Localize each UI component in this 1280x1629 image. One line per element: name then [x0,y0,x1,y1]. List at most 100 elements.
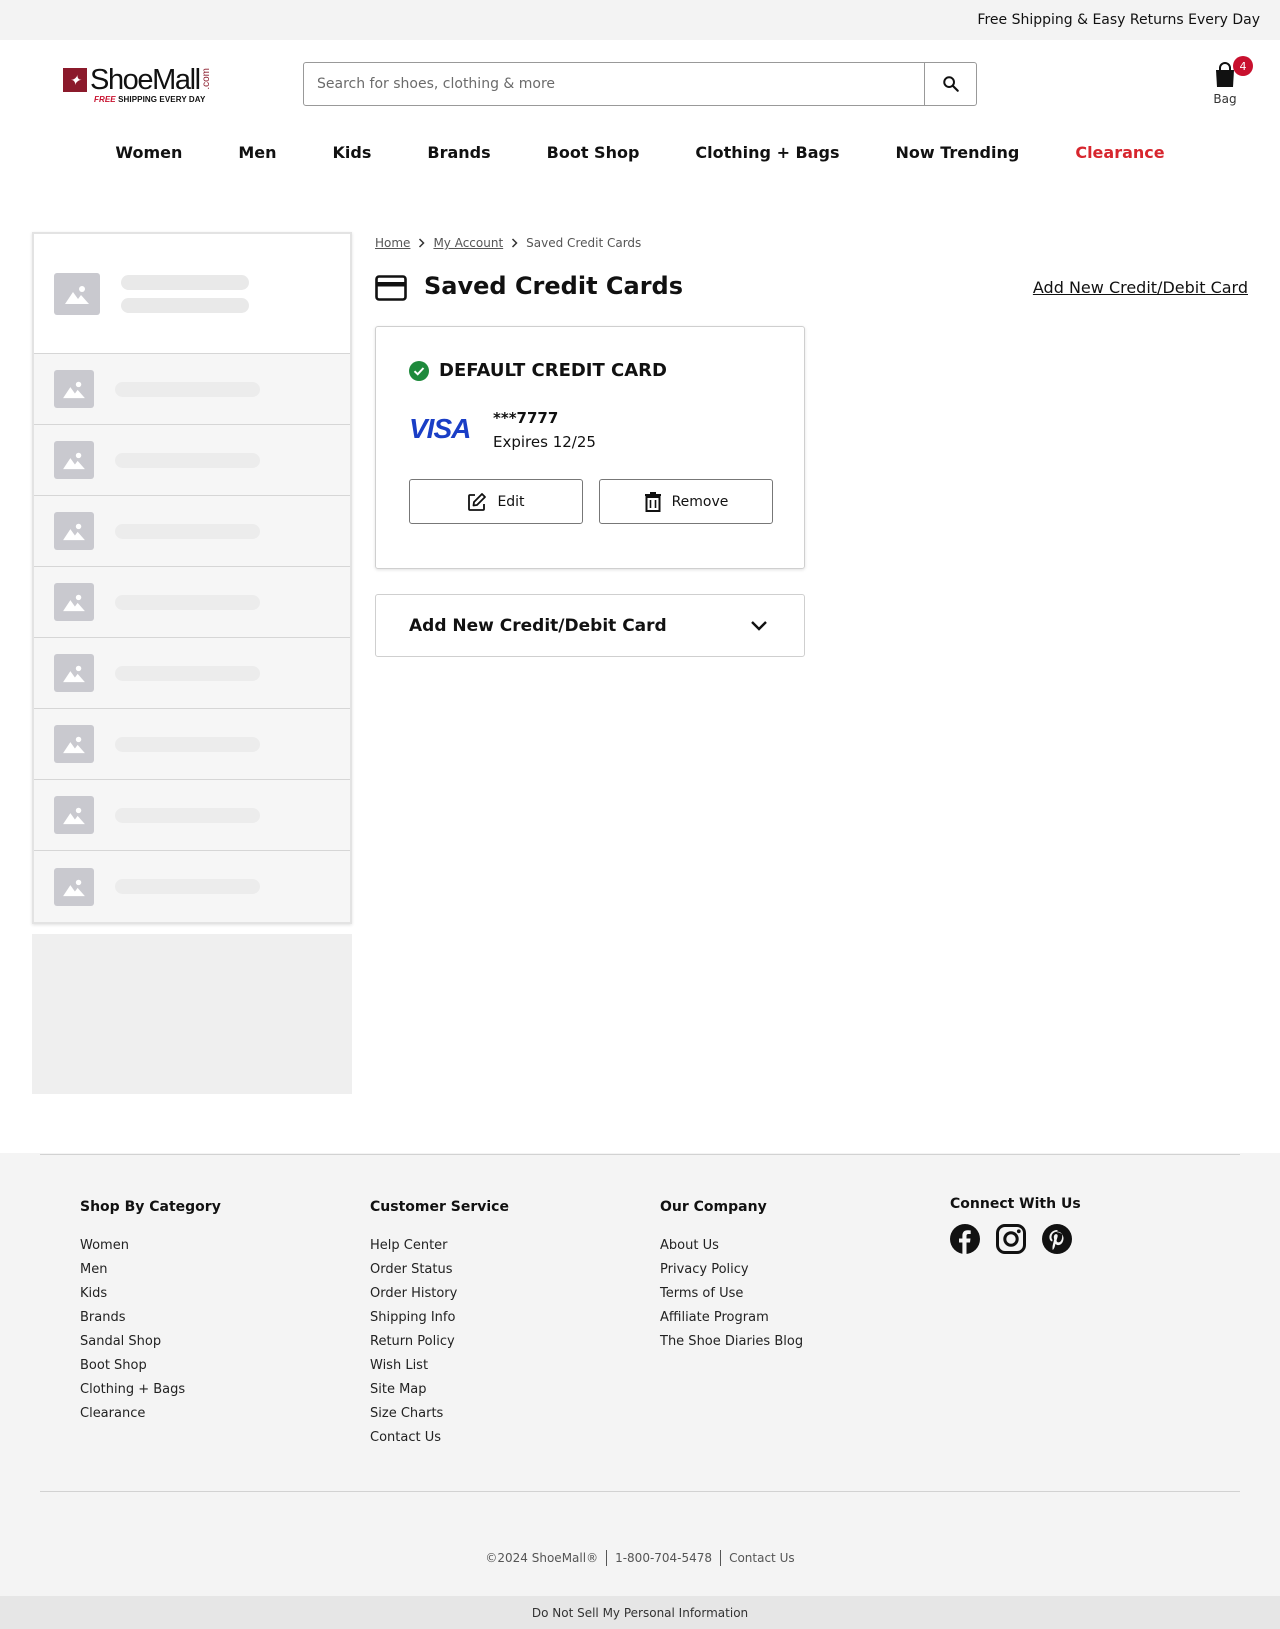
logo-mark-icon: ✦ [63,68,87,92]
bag-button[interactable]: 4 Bag [1200,56,1253,106]
image-placeholder-icon [54,583,94,621]
social-links [950,1224,1081,1263]
trash-icon [644,491,661,512]
footer-heading: Our Company [660,1199,767,1215]
footer-link[interactable]: Help Center [370,1234,509,1258]
announcement-bar: Free Shipping & Easy Returns Every Day [0,0,1280,40]
default-card-label: DEFAULT CREDIT CARD [409,360,667,381]
breadcrumb-my-account[interactable]: My Account [433,236,503,250]
footer-link[interactable]: Clothing + Bags [80,1378,221,1402]
nav-now-trending[interactable]: Now Trending [868,143,1048,162]
skeleton-profile [34,234,350,354]
search-bar [303,62,977,106]
remove-card-button[interactable]: Remove [599,479,773,524]
chevron-right-icon [511,238,518,248]
logo-com-text: .com [200,68,212,90]
skeleton-line [115,665,260,681]
footer-link[interactable]: Size Charts [370,1402,509,1426]
footer-link[interactable]: Site Map [370,1378,509,1402]
card-number: ***7777 [493,409,559,427]
footer-link[interactable]: Affiliate Program [660,1306,803,1330]
footer-link[interactable]: Shipping Info [370,1306,509,1330]
nav-boot-shop[interactable]: Boot Shop [519,143,668,162]
footer-link[interactable]: Clearance [80,1402,221,1426]
chevron-right-icon [418,238,425,248]
skeleton-line [115,879,260,894]
legal-contact-link[interactable]: Contact Us [729,1551,795,1565]
nav-women[interactable]: Women [87,143,210,162]
check-circle-icon [409,360,429,381]
nav-clothing-bags[interactable]: Clothing + Bags [667,143,867,162]
image-placeholder-icon [54,441,94,479]
footer-link[interactable]: Order History [370,1282,509,1306]
nav-men[interactable]: Men [210,143,304,162]
skeleton-row [34,496,350,567]
search-button[interactable] [924,63,976,105]
add-new-card-link[interactable]: Add New Credit/Debit Card [1033,278,1248,297]
credit-card-icon [375,275,407,301]
phone-number: 1-800-704-5478 [615,1551,713,1565]
skeleton-row [34,709,350,780]
footer-link[interactable]: Men [80,1258,221,1282]
chevron-down-icon [751,620,767,631]
footer-link[interactable]: Women [80,1234,221,1258]
footer-link[interactable]: Return Policy [370,1330,509,1354]
default-card-text: DEFAULT CREDIT CARD [439,360,667,381]
nav-clearance[interactable]: Clearance [1047,143,1192,162]
account-sidebar [32,232,352,1094]
remove-label: Remove [671,493,729,510]
footer-link[interactable]: Privacy Policy [660,1258,803,1282]
legal-bar: ©2024 ShoeMall® 1-800-704-5478 Contact U… [0,1550,1280,1566]
image-placeholder-icon [54,370,94,408]
visa-logo: VISA [409,413,471,444]
footer-connect-column: Connect With Us [950,1196,1081,1263]
add-new-card-accordion[interactable]: Add New Credit/Debit Card [375,594,805,657]
footer-divider [40,1491,1240,1492]
shoemall-logo[interactable]: ✦ ShoeMall .com FREE SHIPPING EVERY DAY [63,64,223,106]
search-icon [942,76,959,92]
accordion-label: Add New Credit/Debit Card [409,615,667,636]
footer-link[interactable]: Order Status [370,1258,509,1282]
nav-brands[interactable]: Brands [399,143,518,162]
footer-divider [40,1154,1240,1155]
promo-text: Free Shipping & Easy Returns Every Day [977,12,1260,28]
shopping-bag-icon: 4 [1213,56,1253,88]
skeleton-row [34,851,350,922]
footer-link[interactable]: Boot Shop [80,1354,221,1378]
do-not-sell-link[interactable]: Do Not Sell My Personal Information [0,1596,1280,1629]
footer-link[interactable]: Kids [80,1282,221,1306]
skeleton-line [121,274,249,290]
skeleton-line [115,452,260,468]
footer-link[interactable]: Brands [80,1306,221,1330]
breadcrumb: Home My Account Saved Credit Cards [375,232,1248,254]
facebook-icon[interactable] [950,1224,980,1263]
legal-divider [720,1550,722,1566]
skeleton-block [32,934,352,1094]
main-nav: Women Men Kids Brands Boot Shop Clothing… [0,128,1280,176]
skeleton-line [115,594,260,610]
nav-kids[interactable]: Kids [305,143,400,162]
footer-link[interactable]: About Us [660,1234,803,1258]
site-footer: Shop By Category Women Men Kids Brands S… [0,1153,1280,1596]
image-placeholder-icon [54,725,94,763]
sidebar-skeleton-list [32,232,352,924]
footer-link[interactable]: Terms of Use [660,1282,803,1306]
breadcrumb-home[interactable]: Home [375,236,410,250]
search-input[interactable] [304,63,924,105]
site-header: ✦ ShoeMall .com FREE SHIPPING EVERY DAY … [0,40,1280,128]
footer-link[interactable]: Wish List [370,1354,509,1378]
bag-count-badge: 4 [1233,56,1253,76]
footer-link[interactable]: Sandal Shop [80,1330,221,1354]
image-placeholder-icon [54,796,94,834]
footer-heading: Customer Service [370,1199,509,1215]
skeleton-line [115,736,260,752]
edit-label: Edit [497,493,525,510]
skeleton-line [121,297,249,313]
pinterest-icon[interactable] [1042,1224,1072,1263]
instagram-icon[interactable] [996,1224,1026,1263]
edit-card-button[interactable]: Edit [409,479,583,524]
page-title: Saved Credit Cards [424,272,684,300]
footer-link[interactable]: The Shoe Diaries Blog [660,1330,803,1354]
skeleton-row [34,567,350,638]
footer-link[interactable]: Contact Us [370,1426,509,1450]
